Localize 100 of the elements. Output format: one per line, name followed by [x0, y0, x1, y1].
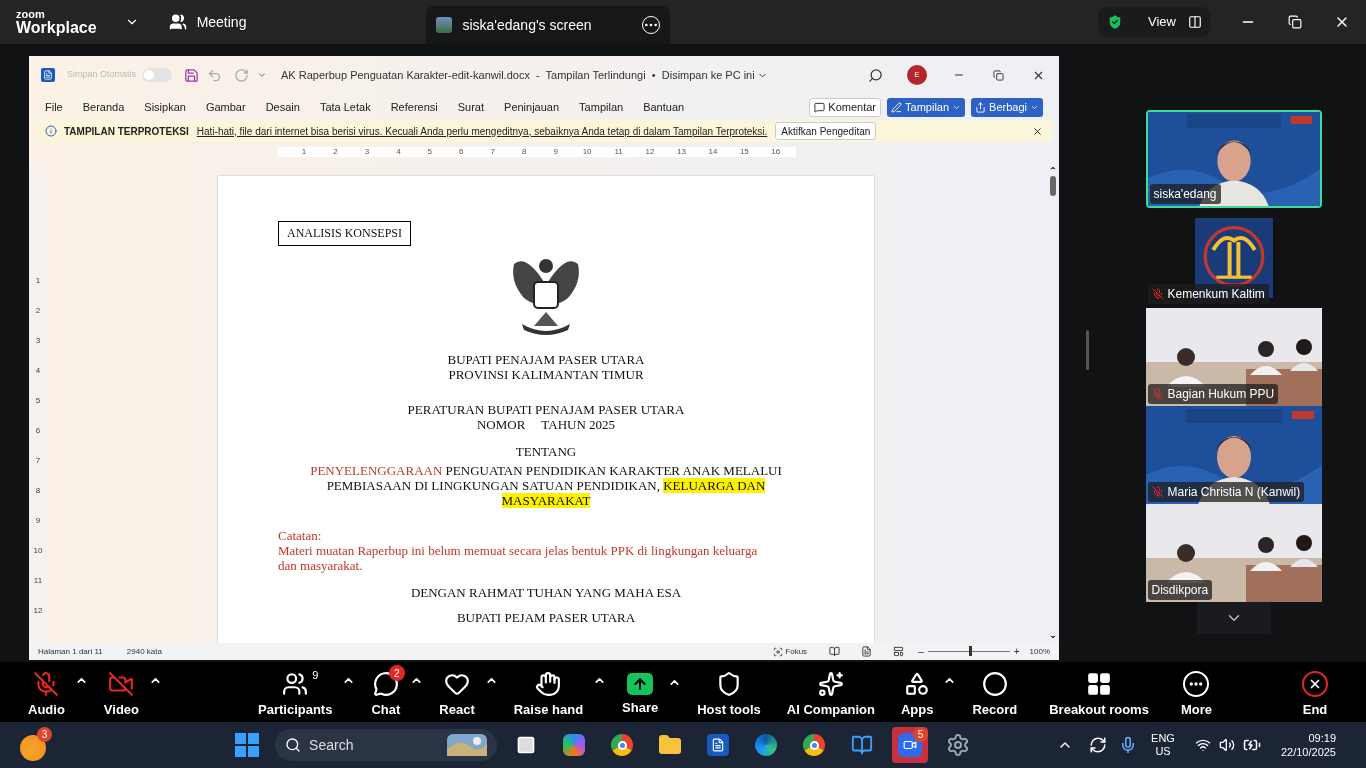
customize-caret-icon[interactable] [257, 70, 268, 80]
ribbon-tab[interactable]: Desain [265, 98, 300, 116]
meeting-tab[interactable]: siska'edang's screen [426, 6, 671, 44]
heart-icon [444, 671, 470, 698]
info-icon [45, 125, 57, 137]
ribbon-tab[interactable]: Tampilan [579, 98, 624, 116]
ruler-number: 10 [581, 148, 593, 156]
file-sharing-button[interactable]: Berbagi [971, 97, 1043, 117]
regulation-line: NOMOR TAHUN 2025 [475, 417, 617, 432]
notification-badge: 5 [913, 727, 929, 742]
restore-icon[interactable] [1288, 15, 1302, 29]
clock[interactable]: 09:19 22/10/2025 [1280, 731, 1336, 759]
ribbon-tab[interactable]: Beranda [82, 98, 125, 116]
ruler-number: 12 [644, 148, 656, 156]
end-button[interactable]: End [1294, 664, 1336, 720]
zoom-in-button[interactable]: + [1013, 646, 1020, 657]
note-text: Materi muatan Raperbup ini belum memuat secara jelas bentuk PPK di lingkungan keluarga dan masyarakat. [278, 543, 759, 573]
search-field[interactable]: Search [309, 734, 430, 756]
shield-icon [716, 671, 742, 698]
ribbon-tab[interactable]: Surat [457, 98, 485, 116]
task-view-icon [516, 735, 537, 755]
protected-view-message[interactable]: Hati-hati, file dari internet bisa berisi virus. Kecuali Anda perlu mengeditnya, sebaiknya Anda tetap di dalam Tampilan Terproteksi. [196, 123, 768, 139]
ruler-number: 4 [395, 148, 402, 156]
search-icon[interactable] [868, 67, 883, 83]
participant-name: Disdikpora [1147, 580, 1213, 600]
hand-icon [535, 671, 562, 698]
video-tile[interactable]: Bagian Hukum PPU [1145, 308, 1322, 406]
focus-icon[interactable] [773, 646, 784, 657]
ribbon-tab[interactable]: Gambar [205, 98, 246, 116]
ruler-number: 16 [770, 148, 782, 156]
close-icon [1302, 671, 1328, 698]
print-layout-icon[interactable] [861, 646, 873, 657]
zoom-slider-thumb[interactable] [968, 646, 972, 656]
unread-badge: 2 [388, 665, 405, 682]
ruler-number: 4 [35, 366, 41, 375]
about-label: TENTANG [514, 444, 578, 459]
wifi-icon[interactable] [1194, 737, 1211, 753]
notification-badge: 3 [37, 727, 52, 742]
toolbar-button[interactable]: Breakout rooms [1041, 664, 1157, 720]
enable-editing-button[interactable]: Aktifkan Pengeditan [775, 122, 877, 140]
start-icon[interactable] [235, 733, 260, 757]
view-button[interactable]: View [1098, 7, 1210, 37]
save-icon[interactable] [184, 67, 200, 83]
toolbar-button[interactable]: Audio [20, 664, 73, 720]
screen-thumbnail-icon [436, 17, 453, 33]
zoom-out-button[interactable]: – [918, 646, 924, 657]
share-icon [627, 673, 654, 696]
ribbon-tab[interactable]: File [45, 98, 63, 116]
toolbar-button[interactable]: More [1172, 664, 1220, 720]
toolbar-button[interactable]: AI Companion [778, 664, 883, 720]
search-bar[interactable]: Search [275, 729, 498, 761]
view-mode-button[interactable]: Tampilan [887, 97, 966, 117]
ribbon-tab[interactable]: Bantuan [643, 98, 685, 116]
record-icon [981, 671, 1008, 698]
participant-count: 9 [312, 668, 319, 684]
heading-line: BUPATI PEJAM PASER UTARA [455, 610, 637, 625]
taskbar-app-highlight[interactable]: 5 [892, 727, 929, 763]
language-indicator[interactable]: ENG US [1151, 732, 1175, 758]
focus-button[interactable]: Fokus [785, 645, 808, 658]
document-tag: ANALISIS KONSEPSI [278, 221, 411, 246]
video-tile[interactable]: Disdikpora [1145, 504, 1322, 602]
toolbar-button[interactable]: Apps [892, 664, 942, 720]
word-logo-icon [41, 68, 55, 82]
toolbar-button[interactable]: Record [964, 664, 1026, 720]
sync-icon[interactable] [1089, 736, 1108, 754]
zoom-level[interactable]: 100% [1029, 645, 1050, 658]
read-mode-icon[interactable] [829, 646, 841, 657]
participant-name: Kemenkum Kaltim [1147, 284, 1269, 304]
web-layout-icon[interactable] [893, 646, 905, 657]
toolbar-button[interactable]: Video [95, 664, 147, 720]
ribbon-tab[interactable]: Tata Letak [319, 98, 371, 116]
scroll-thumb[interactable] [1050, 176, 1056, 196]
apps-icon [904, 671, 931, 698]
volume-icon[interactable] [1218, 737, 1235, 753]
toolbar-button[interactable]: Share [614, 666, 667, 718]
resize-handle[interactable] [1086, 330, 1089, 370]
ribbon-tab[interactable]: Sisipkan [144, 98, 186, 116]
comment-button[interactable]: Komentar [809, 97, 882, 117]
close-icon[interactable] [1032, 125, 1043, 137]
toolbar-button[interactable]: 9 Participants [250, 664, 341, 720]
ruler-number: 1 [300, 148, 308, 156]
toolbar-button[interactable]: Raise hand [505, 664, 592, 720]
brand-small: zoom [16, 8, 46, 20]
video-tile[interactable]: siska'edang [1145, 110, 1322, 208]
ruler-number: 2 [35, 306, 41, 315]
toolbar-button[interactable]: Host tools [689, 664, 769, 720]
video-tile[interactable]: Maria Christia N (Kanwil) [1145, 406, 1322, 504]
microphone-muted-icon [1151, 288, 1164, 300]
account-avatar[interactable]: E [907, 65, 927, 85]
toolbar-button[interactable]: React [431, 664, 483, 720]
meeting-tab[interactable]: Meeting [168, 0, 247, 44]
video-tile[interactable]: Kemenkum Kaltim [1145, 218, 1322, 306]
sparkle-icon [817, 671, 844, 698]
heading-line: PROVINSI KALIMANTAN TIMUR [447, 367, 645, 382]
ribbon-tab[interactable]: Referensi [390, 98, 438, 116]
scroll-down-icon[interactable] [1049, 633, 1057, 641]
autosave-toggle[interactable] [142, 68, 173, 82]
scroll-up-icon[interactable] [1049, 164, 1057, 172]
toolbar-button[interactable]: 2 Chat [363, 664, 409, 720]
ribbon-tab[interactable]: Peninjauan [504, 98, 560, 116]
